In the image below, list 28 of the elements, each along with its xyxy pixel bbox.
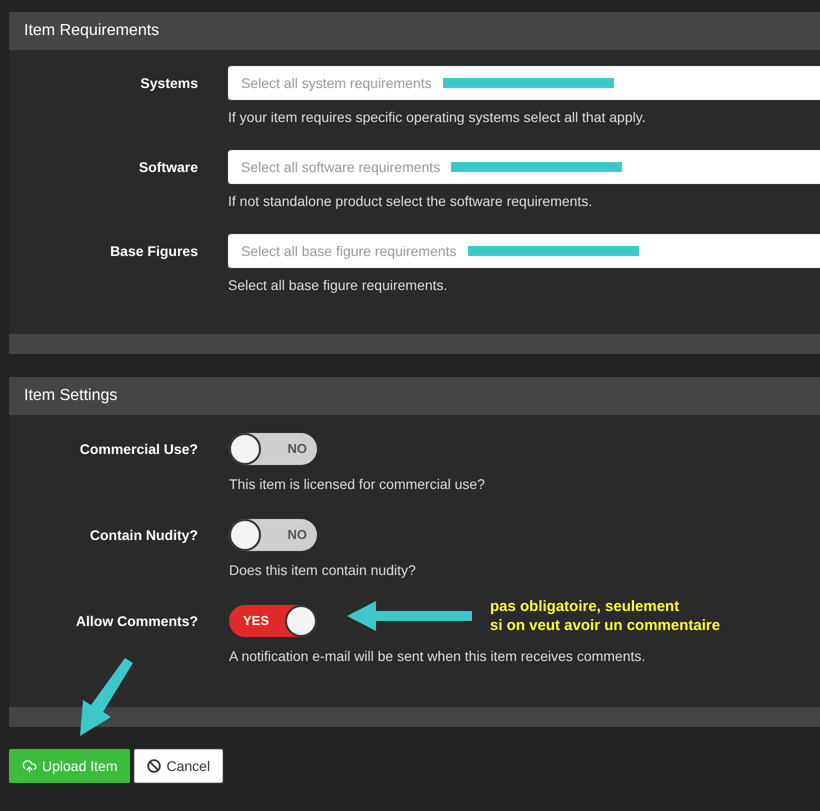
- toggle-switch[interactable]: NO: [229, 433, 317, 465]
- panel-title: Item Requirements: [24, 21, 160, 41]
- upload-button[interactable]: Upload Item: [9, 749, 130, 783]
- help-text: Select all base figure requirements.: [228, 276, 448, 294]
- field-label: Software: [138, 158, 198, 176]
- help-text: A notification e-mail will be sent when this item receives comments.: [229, 647, 646, 665]
- field-label: Commercial Use?: [80, 440, 198, 458]
- help-text: If your item requires specific operating systems select all that apply.: [228, 108, 647, 126]
- help-text: Does this item contain nudity?: [229, 561, 417, 579]
- panel-title: Item Settings: [24, 386, 118, 406]
- cloud-upload-icon: [22, 758, 37, 774]
- cancel-button[interactable]: Cancel: [134, 749, 224, 783]
- annotation-note: pas obligatoire, seulement si on veut avoir un commentaire: [490, 597, 720, 635]
- toggle-knob: [229, 433, 261, 465]
- field-label: Contain Nudity?: [90, 526, 198, 545]
- cancel-icon: [147, 759, 162, 773]
- select-field[interactable]: Select all software requirements: [228, 150, 820, 184]
- help-text: This item is licensed for commercial use?: [229, 475, 486, 493]
- select-field[interactable]: Select all system requirements: [228, 66, 820, 100]
- select-field[interactable]: Select all base figure requirements: [228, 234, 820, 268]
- toggle-switch[interactable]: YES: [229, 605, 317, 637]
- field-label: Allow Comments?: [76, 612, 198, 630]
- toggle-knob: [285, 605, 317, 637]
- field-label: Base Figures: [110, 242, 198, 261]
- toggle-knob: [229, 519, 261, 551]
- help-text: If not standalone product select the software requirements.: [228, 192, 594, 210]
- field-label: Systems: [140, 74, 198, 93]
- toggle-switch[interactable]: NO: [229, 519, 317, 551]
